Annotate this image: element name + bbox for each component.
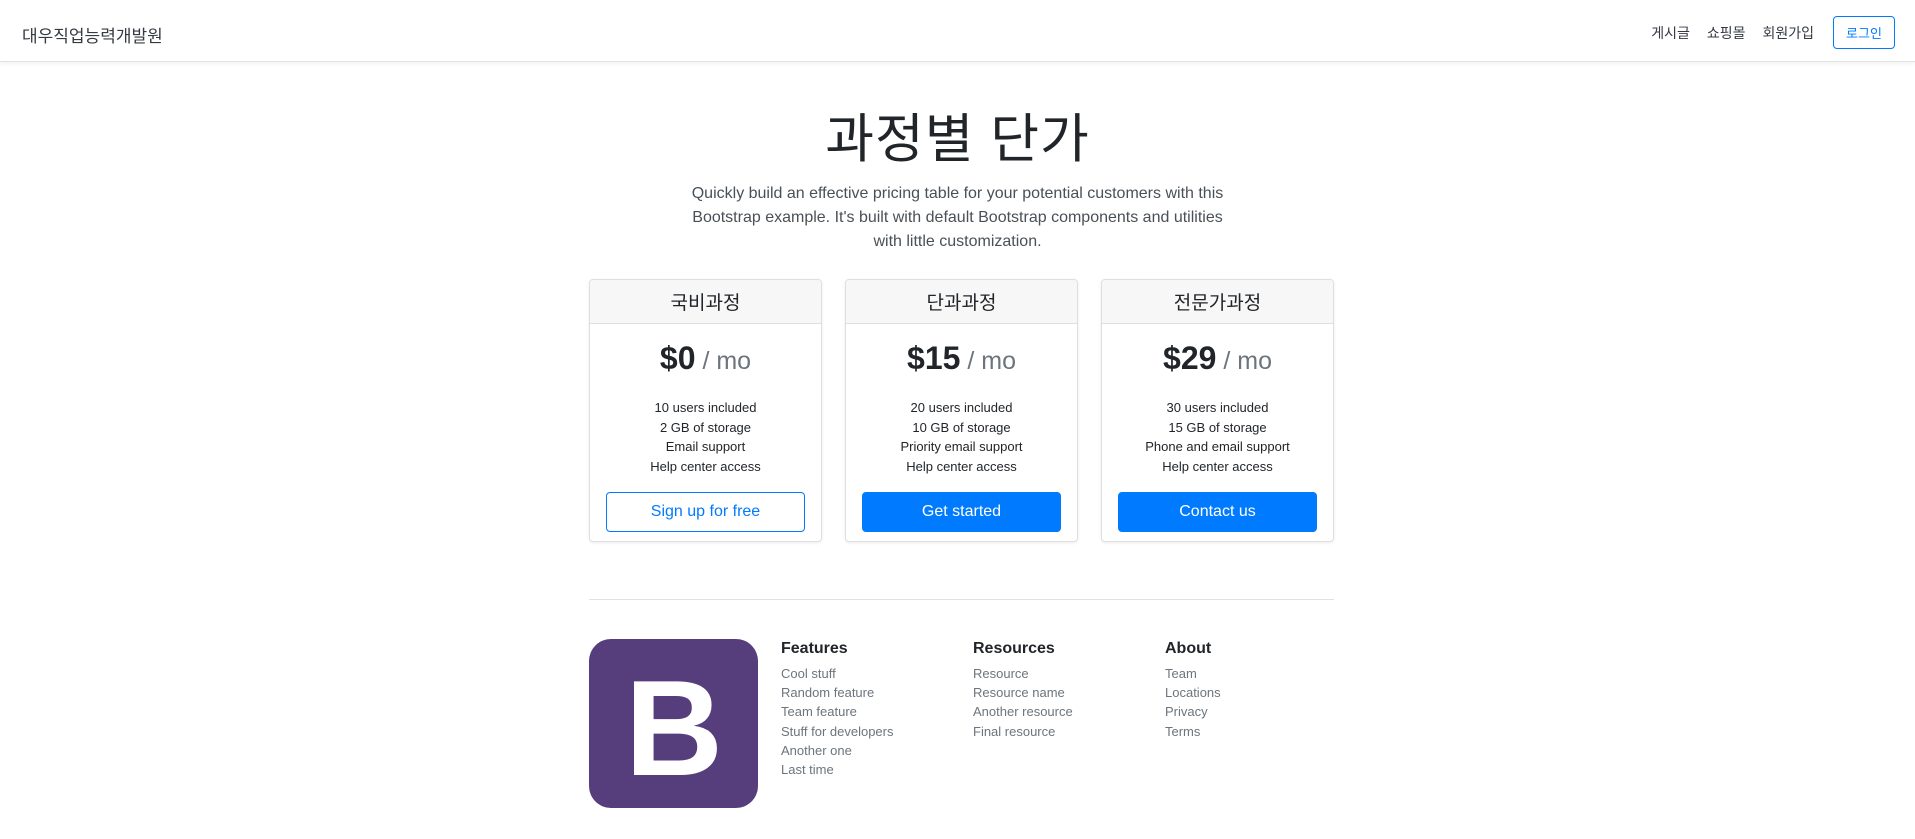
footer-link[interactable]: Resource name <box>973 683 1073 702</box>
footer-column-resources: Resources Resource Resource name Another… <box>973 640 1073 741</box>
bootstrap-logo-icon: B <box>589 639 758 808</box>
page-title: 과정별 단가 <box>825 110 1090 169</box>
feature-item: Help center access <box>906 458 1017 474</box>
footer-column-features: Features Cool stuff Random feature Team … <box>781 640 894 779</box>
footer-link-list: Cool stuff Random feature Team feature S… <box>781 664 894 779</box>
feature-item: Email support <box>665 439 746 454</box>
footer-heading: Resources <box>973 640 1055 657</box>
sign-up-button[interactable]: Sign up for free <box>606 492 805 532</box>
contact-us-button[interactable]: Contact us <box>1118 492 1317 532</box>
footer-heading: About <box>1165 640 1212 657</box>
feature-list: 30 users included 15 GB of storage Phone… <box>1102 398 1333 476</box>
footer-link[interactable]: Final resource <box>973 722 1073 741</box>
feature-item: Help center access <box>1162 458 1273 474</box>
pricing-header: 과정별 단가 Quickly build an effective pricin… <box>0 108 1915 254</box>
plan-name: 단과과정 <box>846 280 1077 324</box>
plan-name: 국비과정 <box>590 280 821 324</box>
pricing-card: 단과과정 $15 / mo 20 users included 10 GB of… <box>845 279 1078 542</box>
pricing-card: 전문가과정 $29 / mo 30 users included 15 GB o… <box>1101 279 1334 542</box>
feature-item: Phone and email support <box>1145 439 1290 454</box>
nav-link-signup[interactable]: 회원가입 <box>1762 23 1814 43</box>
footer-link[interactable]: Terms <box>1165 722 1221 741</box>
feature-item: Priority email support <box>900 439 1023 454</box>
footer-link[interactable]: Team <box>1165 664 1221 683</box>
feature-list: 20 users included 10 GB of storage Prior… <box>846 398 1077 476</box>
login-button[interactable]: 로그인 <box>1833 16 1895 49</box>
feature-item: 10 users included <box>654 400 757 415</box>
get-started-button[interactable]: Get started <box>862 492 1061 532</box>
bootstrap-logo-graphic: B <box>625 652 723 804</box>
lead-text: Quickly build an effective pricing table… <box>691 185 1224 250</box>
feature-item: 2 GB of storage <box>659 419 752 435</box>
main-nav: 게시글 쇼핑몰 회원가입 로그인 <box>1651 16 1895 49</box>
footer-column-about: About Team Locations Privacy Terms <box>1165 640 1221 741</box>
logo-letter: B <box>625 652 723 804</box>
footer-link[interactable]: Stuff for developers <box>781 722 894 741</box>
footer-heading: Features <box>781 640 848 657</box>
feature-list: 10 users included 2 GB of storage Email … <box>590 398 821 476</box>
footer-divider <box>589 599 1334 600</box>
footer-link-list: Team Locations Privacy Terms <box>1165 664 1221 741</box>
price-period: / mo <box>960 347 1016 375</box>
price-amount: $15 <box>907 340 961 376</box>
price-amount: $0 <box>659 340 696 376</box>
nav-link-shop[interactable]: 쇼핑몰 <box>1707 23 1746 43</box>
feature-item: 20 users included <box>910 400 1013 415</box>
plan-price: $29 / mo <box>1102 340 1333 386</box>
pricing-card: 국비과정 $0 / mo 10 users included 2 GB of s… <box>589 279 822 542</box>
nav-link-posts[interactable]: 게시글 <box>1651 23 1690 43</box>
footer-link[interactable]: Random feature <box>781 683 894 702</box>
footer-link[interactable]: Cool stuff <box>781 664 894 683</box>
feature-item: 30 users included <box>1166 400 1269 415</box>
footer-link-list: Resource Resource name Another resource … <box>973 664 1073 741</box>
pricing-cards: 국비과정 $0 / mo 10 users included 2 GB of s… <box>589 279 1334 542</box>
feature-item: 15 GB of storage <box>1168 419 1267 435</box>
top-navbar: 대우직업능력개발원 게시글 쇼핑몰 회원가입 로그인 <box>0 0 1915 62</box>
footer-link[interactable]: Last time <box>781 760 894 779</box>
footer-link[interactable]: Another one <box>781 741 894 760</box>
footer-link[interactable]: Resource <box>973 664 1073 683</box>
price-amount: $29 <box>1163 340 1217 376</box>
brand-name[interactable]: 대우직업능력개발원 <box>22 22 163 47</box>
feature-item: Help center access <box>650 458 761 474</box>
feature-item: 10 GB of storage <box>912 419 1011 435</box>
plan-price: $0 / mo <box>590 340 821 386</box>
plan-name: 전문가과정 <box>1102 280 1333 324</box>
footer-link[interactable]: Team feature <box>781 702 894 721</box>
footer-link[interactable]: Locations <box>1165 683 1221 702</box>
price-period: / mo <box>1216 347 1272 375</box>
footer-link[interactable]: Another resource <box>973 702 1073 721</box>
price-period: / mo <box>695 347 752 375</box>
plan-price: $15 / mo <box>846 340 1077 386</box>
footer-link[interactable]: Privacy <box>1165 702 1221 721</box>
